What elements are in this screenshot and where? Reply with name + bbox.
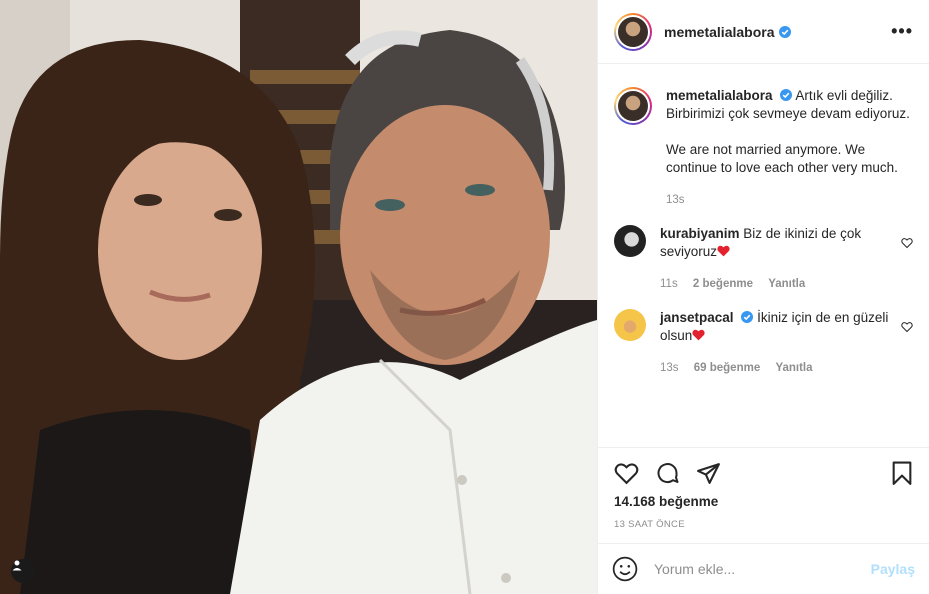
- avatar[interactable]: [614, 309, 646, 341]
- action-bar: 14.168 beğenme 13 SAAT ÖNCE: [598, 447, 929, 530]
- post-time[interactable]: 13 SAAT ÖNCE: [614, 519, 913, 530]
- caption: memetalialabora Artık evli değiliz. Birb…: [598, 65, 929, 209]
- header-username[interactable]: memetalialabora: [664, 24, 775, 40]
- comment-time[interactable]: 13s: [660, 362, 679, 374]
- post-header: memetalialabora •••: [598, 0, 929, 64]
- heart-emoji-icon: [717, 245, 730, 257]
- heart-emoji-icon: [692, 329, 705, 341]
- comment-input[interactable]: [652, 560, 871, 578]
- caption-username[interactable]: memetalialabora: [666, 88, 773, 103]
- caption-avatar[interactable]: [614, 87, 652, 125]
- heart-icon[interactable]: [901, 237, 913, 249]
- verified-icon: [778, 25, 791, 38]
- reply-button[interactable]: Yanıtla: [768, 278, 805, 290]
- likes-count[interactable]: 14.168 beğenme: [614, 494, 913, 509]
- post-photo[interactable]: [0, 0, 597, 594]
- comment-form: Paylaş: [598, 543, 929, 594]
- caption-time[interactable]: 13s: [666, 194, 685, 206]
- comment-username[interactable]: jansetpacal: [660, 310, 734, 325]
- comments-section: memetalialabora Artık evli değiliz. Birb…: [598, 65, 929, 445]
- comment-likes[interactable]: 2 beğenme: [693, 278, 753, 290]
- avatar[interactable]: [614, 12, 652, 51]
- comment-likes[interactable]: 69 beğenme: [694, 362, 760, 374]
- user-tag-icon[interactable]: [11, 559, 35, 583]
- post-comment-button[interactable]: Paylaş: [871, 561, 915, 577]
- list-item: jansetpacal İkiniz için de en güzeli ols…: [598, 293, 929, 377]
- comment-time[interactable]: 11s: [660, 278, 678, 290]
- post-sidebar: memetalialabora ••• memetalialabora Artı…: [597, 0, 929, 594]
- comment-icon[interactable]: [655, 461, 680, 485]
- share-icon[interactable]: [696, 462, 721, 485]
- heart-icon[interactable]: [614, 462, 639, 485]
- caption-text-en: We are not married anymore. We continue …: [666, 142, 898, 175]
- bookmark-icon[interactable]: [891, 461, 913, 486]
- verified-icon: [780, 89, 793, 101]
- verified-icon: [741, 311, 754, 323]
- more-icon[interactable]: •••: [891, 21, 913, 42]
- heart-icon[interactable]: [901, 321, 913, 333]
- comment-username[interactable]: kurabiyanim: [660, 226, 740, 241]
- reply-button[interactable]: Yanıtla: [775, 362, 812, 374]
- list-item: kurabiyanim Biz de ikinizi de çok seviyo…: [598, 209, 929, 293]
- photo-illustration: [0, 0, 597, 594]
- avatar[interactable]: [614, 225, 646, 257]
- emoji-icon[interactable]: [612, 556, 638, 582]
